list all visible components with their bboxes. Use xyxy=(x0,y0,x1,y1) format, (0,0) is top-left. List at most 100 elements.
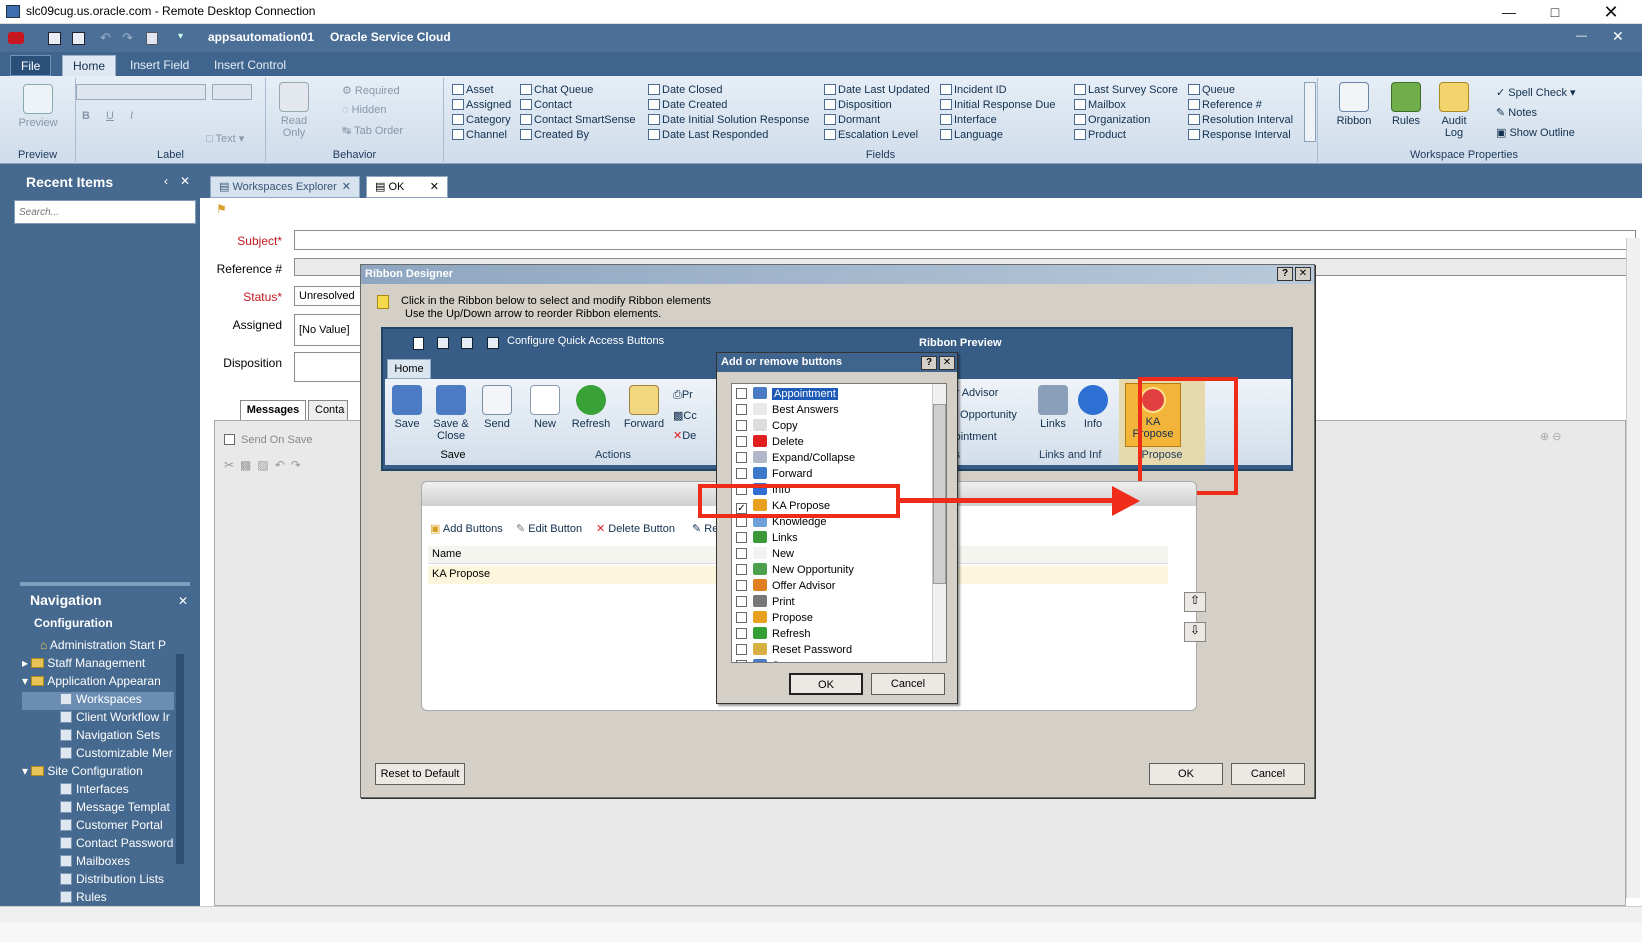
button-list-item[interactable]: Best Answers xyxy=(736,402,942,418)
add-buttons-button[interactable]: ▣ Add Buttons xyxy=(430,522,503,535)
show-outline-button[interactable]: ▣ Show Outline xyxy=(1496,126,1575,139)
audit-log-button[interactable]: Audit Log xyxy=(1434,82,1474,139)
field-chat-queue[interactable]: Chat Queue xyxy=(520,84,636,96)
tab-close-icon[interactable]: ✕ xyxy=(342,180,351,193)
designer-cancel-button[interactable]: Cancel xyxy=(1231,763,1305,785)
h-scrollbar[interactable] xyxy=(0,906,1642,922)
nav-item-mailboxes[interactable]: Mailboxes xyxy=(22,854,174,872)
field-created-by[interactable]: Created By xyxy=(520,129,636,141)
preview-forward-button[interactable]: Forward xyxy=(619,385,669,430)
workspace-scrollbar[interactable] xyxy=(1626,238,1640,898)
nav-splitter[interactable] xyxy=(20,582,190,586)
field-contact[interactable]: Contact xyxy=(520,99,636,111)
designer-ok-button[interactable]: OK xyxy=(1149,763,1223,785)
hidden-toggle[interactable]: ◌ Hidden xyxy=(342,104,386,116)
button-list-item[interactable]: Delete xyxy=(736,434,942,450)
field-disposition[interactable]: Disposition xyxy=(824,99,930,111)
preview-info-button[interactable]: Info xyxy=(1077,385,1109,430)
list-item-checkbox[interactable] xyxy=(736,660,747,662)
list-item-checkbox[interactable] xyxy=(736,532,747,543)
button-list-item[interactable]: Offer Advisor xyxy=(736,578,942,594)
list-item-checkbox[interactable] xyxy=(736,628,747,639)
button-list-item[interactable]: New xyxy=(736,546,942,562)
add-icon[interactable]: ⊕ ⊖ xyxy=(1540,430,1562,443)
tab-contacts[interactable]: Conta xyxy=(308,400,348,420)
preview-delete-item[interactable]: ✕De xyxy=(673,429,696,442)
field-mailbox[interactable]: Mailbox xyxy=(1074,99,1178,111)
preview-tab-home[interactable]: Home xyxy=(387,359,431,379)
recent-close-icon[interactable]: ✕ xyxy=(180,174,190,188)
read-only-button[interactable]: Read Only xyxy=(272,82,316,139)
nav-item-customer-portal[interactable]: Customer Portal xyxy=(22,818,174,836)
list-item-checkbox[interactable] xyxy=(736,564,747,575)
edit-button-button[interactable]: ✎ Edit Button xyxy=(516,522,582,535)
italic-icon[interactable]: I xyxy=(130,110,133,122)
button-list-item[interactable]: Appointment xyxy=(736,386,942,402)
preview-new-button[interactable]: New xyxy=(527,385,563,430)
rename-button[interactable]: ✎ Re xyxy=(692,522,718,535)
nav-item-application-appearance[interactable]: ▾ Application Appearan xyxy=(22,674,174,692)
delete-button-button[interactable]: ✕ Delete Button xyxy=(596,522,675,535)
field-date-created[interactable]: Date Created xyxy=(648,99,809,111)
button-list-item[interactable]: Forward xyxy=(736,466,942,482)
configure-qa-link[interactable]: Configure Quick Access Buttons xyxy=(507,335,664,347)
ribbon-button[interactable]: Ribbon xyxy=(1330,82,1378,127)
qa-print-icon[interactable] xyxy=(487,337,499,349)
reset-to-default-button[interactable]: Reset to Default xyxy=(375,763,465,785)
preview-save-close-button[interactable]: Save & Close xyxy=(429,385,473,442)
tab-close-icon[interactable]: ✕ xyxy=(430,180,439,193)
text-item[interactable]: □ Text ▾ xyxy=(206,132,244,145)
list-scrollbar[interactable] xyxy=(932,384,946,662)
list-item-checkbox[interactable] xyxy=(736,420,747,431)
field-category[interactable]: Category xyxy=(452,114,511,126)
field-asset[interactable]: Asset xyxy=(452,84,511,96)
preview-send-button[interactable]: Send xyxy=(477,385,517,430)
assigned-select[interactable]: [No Value] xyxy=(294,314,364,346)
field-resolution-interval[interactable]: Resolution Interval xyxy=(1188,114,1293,126)
disposition-select[interactable] xyxy=(294,352,364,382)
tab-insert-control[interactable]: Insert Control xyxy=(204,55,296,76)
field-product[interactable]: Product xyxy=(1074,129,1178,141)
nav-item-site-configuration[interactable]: ▾ Site Configuration xyxy=(22,764,174,782)
app-minimize-icon[interactable]: — xyxy=(1576,30,1587,42)
required-toggle[interactable]: ⚙ Required xyxy=(342,84,400,97)
add-remove-ok-button[interactable]: OK xyxy=(789,673,863,695)
qa-save-close-icon[interactable] xyxy=(72,32,85,45)
font-name-select[interactable] xyxy=(76,84,206,100)
button-list-item[interactable]: New Opportunity xyxy=(736,562,942,578)
flag-icon[interactable]: ⚑ xyxy=(216,202,227,216)
qa-save-icon[interactable] xyxy=(437,337,449,349)
button-list-item[interactable]: Save xyxy=(736,658,942,662)
tab-insert-field[interactable]: Insert Field xyxy=(120,55,199,76)
preview-save-button[interactable]: Save xyxy=(389,385,425,430)
field-interface[interactable]: Interface xyxy=(940,114,1056,126)
list-item-checkbox[interactable] xyxy=(736,612,747,623)
fields-scroll[interactable] xyxy=(1304,82,1316,142)
list-item-checkbox[interactable] xyxy=(736,548,747,559)
redo-icon[interactable]: ↷ xyxy=(122,30,133,46)
dialog-close-icon[interactable]: ✕ xyxy=(1295,267,1311,281)
nav-scrollbar[interactable] xyxy=(176,654,184,864)
field-escalation-level[interactable]: Escalation Level xyxy=(824,129,930,141)
list-item-checkbox[interactable] xyxy=(736,468,747,479)
list-item-checkbox[interactable] xyxy=(736,596,747,607)
add-remove-help-icon[interactable]: ? xyxy=(921,356,937,370)
list-item-checkbox[interactable] xyxy=(736,388,747,399)
undo-icon[interactable]: ↶ xyxy=(100,30,111,46)
field-organization[interactable]: Organization xyxy=(1074,114,1178,126)
field-dormant[interactable]: Dormant xyxy=(824,114,930,126)
field-queue[interactable]: Queue xyxy=(1188,84,1293,96)
tab-order-select[interactable]: ↹ Tab Order xyxy=(342,124,403,137)
button-list-item[interactable]: Propose xyxy=(736,610,942,626)
tab-file[interactable]: File xyxy=(10,55,52,76)
list-item-checkbox[interactable] xyxy=(736,452,747,463)
underline-icon[interactable]: U xyxy=(106,110,114,122)
nav-item-client-workflow[interactable]: Client Workflow Ir xyxy=(22,710,174,728)
move-up-icon[interactable]: ⇧ xyxy=(1184,592,1206,612)
nav-item-message-templates[interactable]: Message Templat xyxy=(22,800,174,818)
oracle-logo-icon[interactable] xyxy=(8,32,24,44)
preview-refresh-button[interactable]: Refresh xyxy=(567,385,615,430)
field-reference[interactable]: Reference # xyxy=(1188,99,1293,111)
nav-item-distribution-lists[interactable]: Distribution Lists xyxy=(22,872,174,890)
nav-item-workspaces[interactable]: Workspaces xyxy=(22,692,174,710)
